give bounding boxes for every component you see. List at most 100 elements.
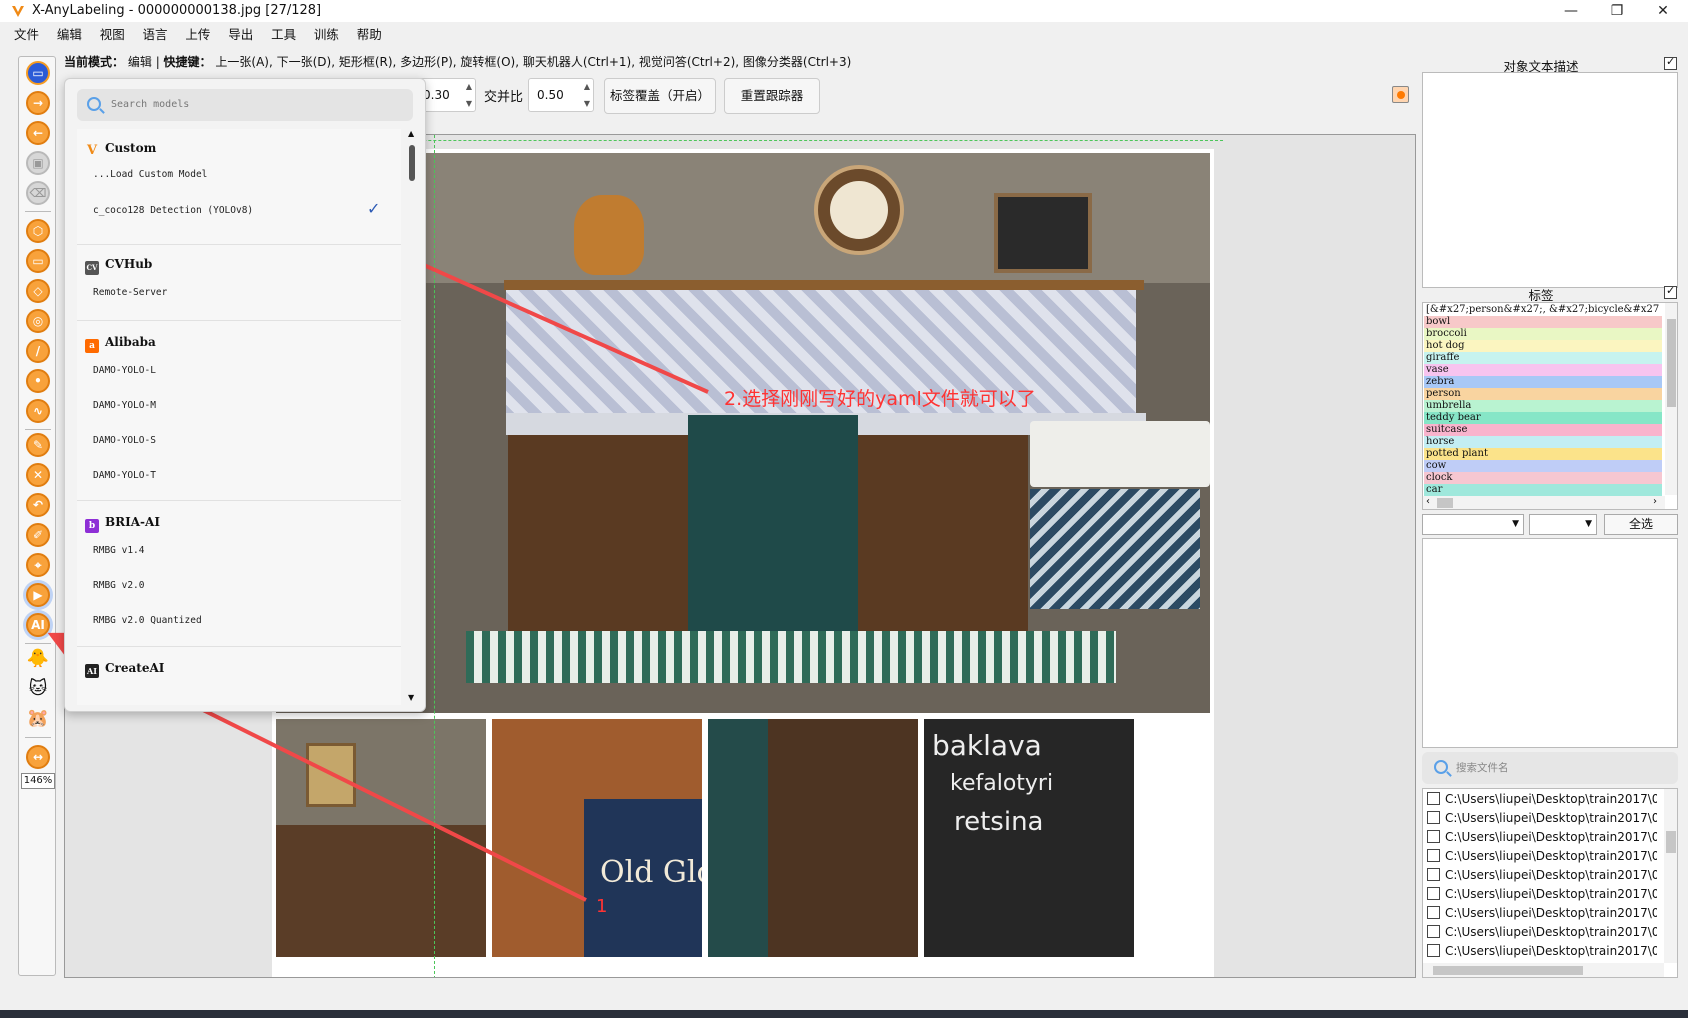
file-checkbox[interactable] bbox=[1427, 906, 1440, 919]
file-checkbox[interactable] bbox=[1427, 925, 1440, 938]
linestrip-icon[interactable]: ∿ bbox=[26, 399, 50, 423]
label-item[interactable]: teddy bear bbox=[1424, 412, 1662, 424]
image-classifier-icon[interactable]: 🐹 bbox=[25, 707, 51, 731]
clear-prompt-icon[interactable] bbox=[1392, 86, 1409, 103]
point-icon[interactable]: • bbox=[26, 369, 50, 393]
label-item[interactable]: potted plant bbox=[1424, 448, 1662, 460]
file-checkbox[interactable] bbox=[1427, 849, 1440, 862]
scroll-thumb[interactable] bbox=[409, 145, 415, 181]
chevron-left-icon[interactable]: ‹ bbox=[1426, 496, 1430, 507]
file-row[interactable]: C:\Users\liupei\Desktop\train2017\0( bbox=[1427, 790, 1657, 809]
model-item[interactable]: ...Load Custom Model bbox=[93, 169, 207, 180]
model-search-input[interactable]: Search models bbox=[77, 89, 413, 121]
restore-button[interactable]: ❐ bbox=[1594, 0, 1640, 22]
label-item[interactable]: car bbox=[1424, 484, 1662, 496]
scroll-thumb[interactable] bbox=[1433, 966, 1583, 975]
circle-icon[interactable]: ◎ bbox=[26, 309, 50, 333]
rotation-box-icon[interactable]: ◇ bbox=[26, 279, 50, 303]
next-image-icon[interactable]: → bbox=[26, 91, 50, 115]
menu-train[interactable]: 训练 bbox=[314, 24, 339, 43]
file-checkbox[interactable] bbox=[1427, 944, 1440, 957]
save-icon[interactable]: ▣ bbox=[26, 151, 50, 175]
label-item[interactable]: broccoli bbox=[1424, 328, 1662, 340]
chevron-right-icon[interactable]: › bbox=[1653, 496, 1657, 507]
model-item[interactable]: DAMO-YOLO-T bbox=[93, 470, 156, 481]
menu-help[interactable]: 帮助 bbox=[357, 24, 382, 43]
edit-icon[interactable]: ✎ bbox=[26, 433, 50, 457]
scroll-up-icon[interactable]: ▲ bbox=[408, 129, 414, 138]
menu-language[interactable]: 语言 bbox=[143, 24, 168, 43]
menu-edit[interactable]: 编辑 bbox=[57, 24, 82, 43]
select-all-button[interactable]: 全选 bbox=[1604, 514, 1678, 535]
label-item[interactable]: zebra bbox=[1424, 376, 1662, 388]
zoom-level[interactable]: 146% bbox=[21, 773, 55, 789]
label-overlay-button[interactable]: 标签覆盖（开启） bbox=[604, 78, 716, 114]
label-item[interactable]: bowl bbox=[1424, 316, 1662, 328]
prev-image-icon[interactable]: ← bbox=[26, 121, 50, 145]
menu-upload[interactable]: 上传 bbox=[185, 24, 210, 43]
menu-file[interactable]: 文件 bbox=[14, 24, 39, 43]
label-item[interactable]: clock bbox=[1424, 472, 1662, 484]
file-row[interactable]: C:\Users\liupei\Desktop\train2017\0( bbox=[1427, 942, 1657, 961]
file-checkbox[interactable] bbox=[1427, 887, 1440, 900]
scroll-thumb[interactable] bbox=[1666, 831, 1676, 853]
model-list-scrollbar[interactable]: ▲ ▼ bbox=[407, 129, 417, 705]
spin-down-icon[interactable]: ▼ bbox=[466, 99, 472, 109]
scroll-thumb[interactable] bbox=[1667, 319, 1676, 407]
delete-file-icon[interactable]: ⌫ bbox=[26, 181, 50, 205]
model-item-selected[interactable]: c_coco128 Detection (YOLOv8) bbox=[93, 205, 253, 216]
labels-scrollbar[interactable] bbox=[1665, 303, 1677, 495]
menu-export[interactable]: 导出 bbox=[228, 24, 253, 43]
line-icon[interactable]: / bbox=[26, 339, 50, 363]
label-item[interactable]: hot dog bbox=[1424, 340, 1662, 352]
reset-tracker-button[interactable]: 重置跟踪器 bbox=[724, 78, 820, 114]
chatbot-icon[interactable]: 🐥 bbox=[25, 647, 51, 671]
shape-list[interactable] bbox=[1422, 538, 1678, 748]
file-row[interactable]: C:\Users\liupei\Desktop\train2017\0( bbox=[1427, 923, 1657, 942]
edit-label-icon[interactable]: ✐ bbox=[26, 523, 50, 547]
model-item[interactable]: RMBG v2.0 Quantized bbox=[93, 615, 202, 626]
rectangle-icon[interactable]: ▭ bbox=[26, 249, 50, 273]
file-row[interactable]: C:\Users\liupei\Desktop\train2017\0( bbox=[1427, 885, 1657, 904]
polygon-icon[interactable]: ⬡ bbox=[26, 219, 50, 243]
label-item[interactable]: horse bbox=[1424, 436, 1662, 448]
spin-up-icon[interactable]: ▲ bbox=[584, 82, 590, 92]
description-textarea[interactable] bbox=[1422, 72, 1678, 288]
menu-view[interactable]: 视图 bbox=[100, 24, 125, 43]
model-item[interactable]: Remote-Server bbox=[93, 287, 167, 298]
spin-up-icon[interactable]: ▲ bbox=[466, 82, 472, 92]
label-item[interactable]: person bbox=[1424, 388, 1662, 400]
file-row[interactable]: C:\Users\liupei\Desktop\train2017\0( bbox=[1427, 809, 1657, 828]
labels-toggle-checkbox[interactable] bbox=[1664, 284, 1677, 299]
label-item[interactable]: cow bbox=[1424, 460, 1662, 472]
spin-down-icon[interactable]: ▼ bbox=[584, 99, 590, 109]
file-row[interactable]: C:\Users\liupei\Desktop\train2017\0( bbox=[1427, 904, 1657, 923]
open-folder-icon[interactable]: ▭ bbox=[26, 61, 50, 85]
model-item[interactable]: DAMO-YOLO-L bbox=[93, 365, 156, 376]
group-filter-select[interactable]: ▼ bbox=[1422, 514, 1524, 535]
undo-icon[interactable]: ↶ bbox=[26, 493, 50, 517]
ai-model-icon[interactable]: AI bbox=[26, 613, 50, 637]
label-item[interactable]: suitcase bbox=[1424, 424, 1662, 436]
label-item[interactable]: giraffe bbox=[1424, 352, 1662, 364]
files-h-scrollbar[interactable] bbox=[1423, 963, 1664, 977]
labels-h-scrollbar[interactable]: ‹ › bbox=[1423, 496, 1665, 509]
label-filter-select[interactable]: ▼ bbox=[1529, 514, 1597, 535]
file-row[interactable]: C:\Users\liupei\Desktop\train2017\0( bbox=[1427, 847, 1657, 866]
fit-width-icon[interactable]: ↔ bbox=[26, 745, 50, 769]
delete-shape-icon[interactable]: ✕ bbox=[26, 463, 50, 487]
file-search-input[interactable]: 搜索文件名 bbox=[1422, 752, 1678, 784]
group-select-icon[interactable]: ⌖ bbox=[26, 553, 50, 577]
auto-run-icon[interactable]: ▶ bbox=[26, 583, 50, 607]
scroll-down-icon[interactable]: ▼ bbox=[408, 693, 414, 702]
label-item[interactable]: vase bbox=[1424, 364, 1662, 376]
close-button[interactable]: ✕ bbox=[1640, 0, 1686, 22]
file-checkbox[interactable] bbox=[1427, 811, 1440, 824]
file-checkbox[interactable] bbox=[1427, 792, 1440, 805]
file-checkbox[interactable] bbox=[1427, 830, 1440, 843]
files-scrollbar[interactable] bbox=[1664, 789, 1677, 963]
model-item[interactable]: DAMO-YOLO-M bbox=[93, 400, 156, 411]
minimize-button[interactable]: — bbox=[1548, 0, 1594, 22]
menu-tools[interactable]: 工具 bbox=[271, 24, 296, 43]
scroll-thumb[interactable] bbox=[1437, 498, 1453, 508]
